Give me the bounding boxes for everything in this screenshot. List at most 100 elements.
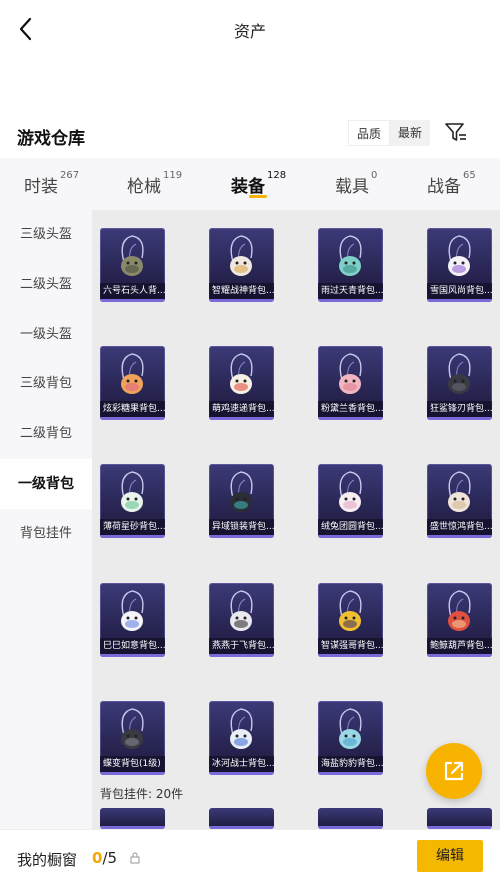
- showcase-count: 0/5: [92, 849, 117, 867]
- item-card[interactable]: 薄荷星砂背包...: [100, 464, 165, 538]
- item-name: 炫彩糖果背包...: [100, 401, 165, 417]
- page-title: 资产: [233, 22, 266, 41]
- item-name: 六号石头人背...: [100, 283, 165, 299]
- item-card[interactable]: 狂鲨锋刃背包...: [427, 346, 492, 420]
- backpack-icon: [339, 353, 362, 394]
- tab-label: 装备: [231, 177, 265, 197]
- item-card[interactable]: 萌鸡速递背包...: [209, 346, 274, 420]
- backpack-icon: [339, 471, 362, 512]
- item-name: 薄荷星砂背包...: [100, 519, 165, 535]
- item-card[interactable]: 粉黛兰香背包...: [318, 346, 383, 420]
- item-name: 萌鸡速递背包...: [209, 401, 274, 417]
- tab-count: 119: [163, 170, 183, 181]
- item-card[interactable]: 海盐豹豹背包...: [318, 701, 383, 775]
- item-card[interactable]: 智谋强哥背包...: [318, 583, 383, 657]
- pendant-card[interactable]: [318, 808, 383, 829]
- top-bar: 资产: [0, 0, 500, 58]
- tab-guns[interactable]: 枪械119: [127, 170, 183, 197]
- item-name: 狂鲨锋刃背包...: [427, 401, 492, 417]
- sidebar-item-pendant[interactable]: 背包挂件: [0, 509, 92, 559]
- backpack-icon: [448, 471, 471, 512]
- item-name: 燕燕于飞背包...: [209, 638, 274, 654]
- item-card[interactable]: 巳巳如意背包...: [100, 583, 165, 657]
- item-name: 智谋强哥背包...: [318, 638, 383, 654]
- tab-count: 65: [463, 170, 476, 181]
- item-card[interactable]: 燕燕于飞背包...: [209, 583, 274, 657]
- item-card[interactable]: 绒兔团圆背包...: [318, 464, 383, 538]
- item-name: 冰河战士背包...: [209, 756, 274, 772]
- item-card[interactable]: 炫彩糖果背包...: [100, 346, 165, 420]
- backpack-icon: [121, 235, 144, 276]
- item-card[interactable]: 雪国风尚背包...: [427, 228, 492, 302]
- item-card[interactable]: 蝶变背包(1级): [100, 701, 165, 775]
- backpack-icon: [230, 590, 253, 631]
- showcase-count-total: /5: [102, 849, 118, 867]
- tab-count: 267: [60, 170, 80, 181]
- backpack-icon: [121, 471, 144, 512]
- tab-supplies[interactable]: 战备65: [427, 170, 476, 197]
- showcase-count-current: 0: [92, 849, 103, 867]
- tab-label: 战备: [427, 177, 461, 197]
- sidebar-item-helmet-1[interactable]: 一级头盔: [0, 310, 92, 360]
- pendant-card[interactable]: [100, 808, 165, 829]
- edit-button[interactable]: 编辑: [417, 840, 483, 872]
- filter-icon: [445, 123, 466, 141]
- pendant-card[interactable]: [427, 808, 492, 829]
- showcase-label: 我的橱窗: [17, 851, 78, 869]
- item-card[interactable]: 盛世惊鸿背包...: [427, 464, 492, 538]
- item-name: 雪国风尚背包...: [427, 283, 492, 299]
- backpack-icon: [121, 353, 144, 394]
- item-name: 绒兔团圆背包...: [318, 519, 383, 535]
- tab-label: 载具: [335, 177, 369, 197]
- pendant-section-header: 背包挂件: 20件: [100, 787, 184, 801]
- item-name: 异域锁装背包...: [209, 519, 274, 535]
- category-tabs: 时装267 枪械119 装备128 载具0 战备65: [0, 158, 500, 210]
- item-name: 粉黛兰香背包...: [318, 401, 383, 417]
- sidebar-item-backpack-3[interactable]: 三级背包: [0, 359, 92, 409]
- backpack-icon: [230, 353, 253, 394]
- item-card[interactable]: 鲍鲸葫芦背包...: [427, 583, 492, 657]
- backpack-icon: [448, 235, 471, 276]
- item-card[interactable]: 智耀战神背包...: [209, 228, 274, 302]
- backpack-icon: [448, 590, 471, 631]
- share-external-icon: [444, 761, 464, 781]
- item-card[interactable]: 冰河战士背包...: [209, 701, 274, 775]
- item-name: 海盐豹豹背包...: [318, 756, 383, 772]
- backpack-icon: [230, 235, 253, 276]
- tab-label: 枪械: [127, 177, 161, 197]
- tab-fashion[interactable]: 时装267: [24, 170, 80, 197]
- tab-count: 128: [267, 170, 287, 181]
- backpack-icon: [448, 353, 471, 394]
- share-button[interactable]: [426, 743, 482, 799]
- pendant-card[interactable]: [209, 808, 274, 829]
- backpack-icon: [230, 471, 253, 512]
- backpack-icon: [339, 590, 362, 631]
- tab-equipment[interactable]: 装备128: [231, 170, 287, 197]
- tab-count: 0: [371, 170, 378, 181]
- item-name: 智耀战神背包...: [209, 283, 274, 299]
- sidebar-item-backpack-1[interactable]: 一级背包: [0, 459, 92, 509]
- tab-label: 时装: [24, 177, 58, 197]
- filter-button[interactable]: [444, 120, 468, 144]
- warehouse-title: 游戏仓库: [17, 129, 85, 149]
- item-card[interactable]: 雨过天青背包...: [318, 228, 383, 302]
- item-name: 盛世惊鸿背包...: [427, 519, 492, 535]
- sidebar-item-backpack-2[interactable]: 二级背包: [0, 409, 92, 459]
- item-card[interactable]: 六号石头人背...: [100, 228, 165, 302]
- backpack-icon: [230, 708, 253, 749]
- item-name: 雨过天青背包...: [318, 283, 383, 299]
- sort-latest[interactable]: 最新: [390, 120, 430, 146]
- tab-vehicles[interactable]: 载具0: [335, 170, 378, 197]
- item-name: 鲍鲸葫芦背包...: [427, 638, 492, 654]
- warehouse-header: 游戏仓库 品质 最新: [0, 116, 500, 156]
- sort-toggle: 品质 最新: [348, 120, 431, 146]
- sidebar-item-helmet-2[interactable]: 二级头盔: [0, 260, 92, 310]
- item-card[interactable]: 异域锁装背包...: [209, 464, 274, 538]
- backpack-icon: [339, 708, 362, 749]
- item-name: 蝶变背包(1级): [100, 756, 165, 772]
- item-name: 巳巳如意背包...: [100, 638, 165, 654]
- backpack-icon: [339, 235, 362, 276]
- sidebar-item-helmet-3[interactable]: 三级头盔: [0, 210, 92, 260]
- backpack-icon: [121, 590, 144, 631]
- sort-quality[interactable]: 品质: [348, 120, 391, 146]
